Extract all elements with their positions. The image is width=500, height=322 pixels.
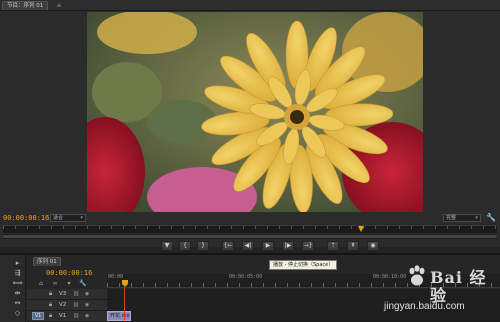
flower-video-image [87, 12, 423, 212]
wrench-icon[interactable]: 🔧 [486, 213, 496, 223]
eye-icon[interactable]: ◉ [83, 290, 91, 298]
razor-tool-icon[interactable]: ◇ [12, 309, 23, 318]
playback-quality-select[interactable]: 完整 ▾ [443, 214, 481, 222]
ruler-ticks [3, 226, 497, 229]
export-frame-button[interactable]: ◉ [367, 241, 379, 251]
baidu-paw-icon [409, 265, 425, 286]
tooltip: 播放 - 停止切换（Space） [269, 260, 338, 270]
zoom-fit-value: 适合 [53, 215, 64, 221]
monitor-playhead[interactable] [358, 226, 364, 232]
lift-icon: ⇡ [330, 242, 336, 249]
sync-lock-icon[interactable]: ⛓ [72, 312, 80, 320]
monitor-zoom-scrollbar[interactable] [3, 234, 497, 239]
monitor-time-ruler[interactable] [3, 225, 497, 233]
monitor-timecode-row: 00:00:00:16 适合 ▾ 完整 ▾ 🔧 [0, 212, 500, 224]
extract-icon: ⇞ [350, 242, 356, 249]
go-to-out-button[interactable]: →} [302, 241, 314, 251]
step-back-button[interactable]: ◀| [242, 241, 254, 251]
lock-icon[interactable]: 🔒︎ [49, 290, 56, 298]
video-clip[interactable]: 开花.mov [107, 311, 131, 321]
ripple-edit-tool-icon[interactable]: ⟺ [12, 279, 23, 288]
step-back-icon: ◀| [244, 242, 252, 249]
track-header: V1 🔒︎ V1 ⛓ ◉ [27, 311, 107, 321]
track-header: 🔒︎ V2 ⛓ ◉ [27, 300, 107, 310]
eye-icon[interactable]: ◉ [83, 312, 91, 320]
add-marker-icon: ▼ [164, 242, 170, 249]
video-frame [87, 12, 423, 212]
mark-out-button[interactable]: } [197, 241, 209, 251]
export-frame-icon: ◉ [370, 242, 376, 249]
rolling-edit-tool-icon[interactable]: ⇹ [12, 289, 23, 298]
chevron-down-icon: ▾ [80, 215, 83, 221]
settings-wrench-icon[interactable]: 🔧 [78, 279, 88, 288]
ruler-label: 00:00:05:00 [229, 274, 263, 280]
sync-lock-icon[interactable]: ⛓ [72, 301, 80, 309]
lift-button[interactable]: ⇡ [327, 241, 339, 251]
program-monitor: 节目：序列 01 ≡ 00:00:00:16 适合 ▾ 完整 ▾ 🔧 ▼ {}… [0, 0, 500, 251]
timeline-timecode[interactable]: 00:00:00:16 [46, 269, 92, 277]
add-marker-icon[interactable]: ▾ [64, 279, 74, 288]
tools-panel: ▸ ⇶ ⟺ ⇹ ↔ ◇ [0, 255, 26, 322]
source-patch-v1[interactable]: V1 [32, 312, 44, 320]
snap-icon[interactable]: ⌂ [36, 279, 46, 288]
lock-icon[interactable]: 🔒︎ [49, 301, 56, 309]
track-name: V1 [59, 313, 67, 319]
track-name: V3 [59, 291, 67, 297]
zoom-fit-select[interactable]: 适合 ▾ [50, 214, 86, 222]
link-icon[interactable]: ∞ [50, 279, 60, 288]
extract-button[interactable]: ⇞ [347, 241, 359, 251]
baidu-watermark: Bai 经验 jingyan.baidu.com [380, 265, 498, 320]
go-to-in-icon: {← [223, 242, 233, 249]
program-timecode[interactable]: 00:00:00:16 [3, 213, 49, 223]
play-icon: ▶ [265, 242, 271, 249]
mark-in-button[interactable]: { [179, 241, 191, 251]
scrollbar-thumb[interactable] [3, 235, 497, 238]
eye-icon[interactable]: ◉ [83, 301, 91, 309]
lock-icon[interactable]: 🔒︎ [49, 312, 56, 320]
mark-out-icon: } [201, 242, 205, 249]
step-forward-button[interactable]: |▶ [282, 241, 294, 251]
chevron-down-icon: ▾ [475, 215, 478, 221]
play-button[interactable]: ▶ [262, 241, 274, 251]
track-select-tool-icon[interactable]: ⇶ [12, 269, 23, 278]
selection-tool-icon[interactable]: ▸ [12, 259, 23, 268]
tab-sequence-01[interactable]: 序列 01 [33, 257, 61, 266]
playhead-line [124, 287, 125, 322]
rate-stretch-tool-icon[interactable]: ↔ [12, 299, 23, 308]
ruler-label: 00:00 [108, 274, 124, 280]
sync-lock-icon[interactable]: ⛓ [72, 290, 80, 298]
panel-menu-icon[interactable]: ≡ [55, 2, 63, 9]
add-marker-button[interactable]: ▼ [161, 241, 173, 251]
go-to-out-icon: →} [303, 242, 313, 249]
track-header: 🔒︎ V3 ⛓ ◉ [27, 289, 107, 299]
playback-quality-value: 完整 [446, 215, 457, 221]
mark-in-icon: { [183, 242, 187, 249]
transport-controls: ▼ { } {← ◀| ▶ |▶ →} ⇡ ⇞ ◉ [0, 240, 500, 253]
tab-program-monitor[interactable]: 节目：序列 01 [2, 1, 49, 10]
track-name: V2 [59, 302, 67, 308]
go-to-in-button[interactable]: {← [222, 241, 234, 251]
monitor-tab-bar: 节目：序列 01 ≡ [0, 0, 500, 11]
watermark-brand: Bai 经验 [430, 268, 487, 305]
step-forward-icon: |▶ [284, 242, 292, 249]
timeline-toolbar: ⌂ ∞ ▾ 🔧 [36, 279, 106, 288]
watermark-url: jingyan.baidu.com [384, 301, 465, 312]
